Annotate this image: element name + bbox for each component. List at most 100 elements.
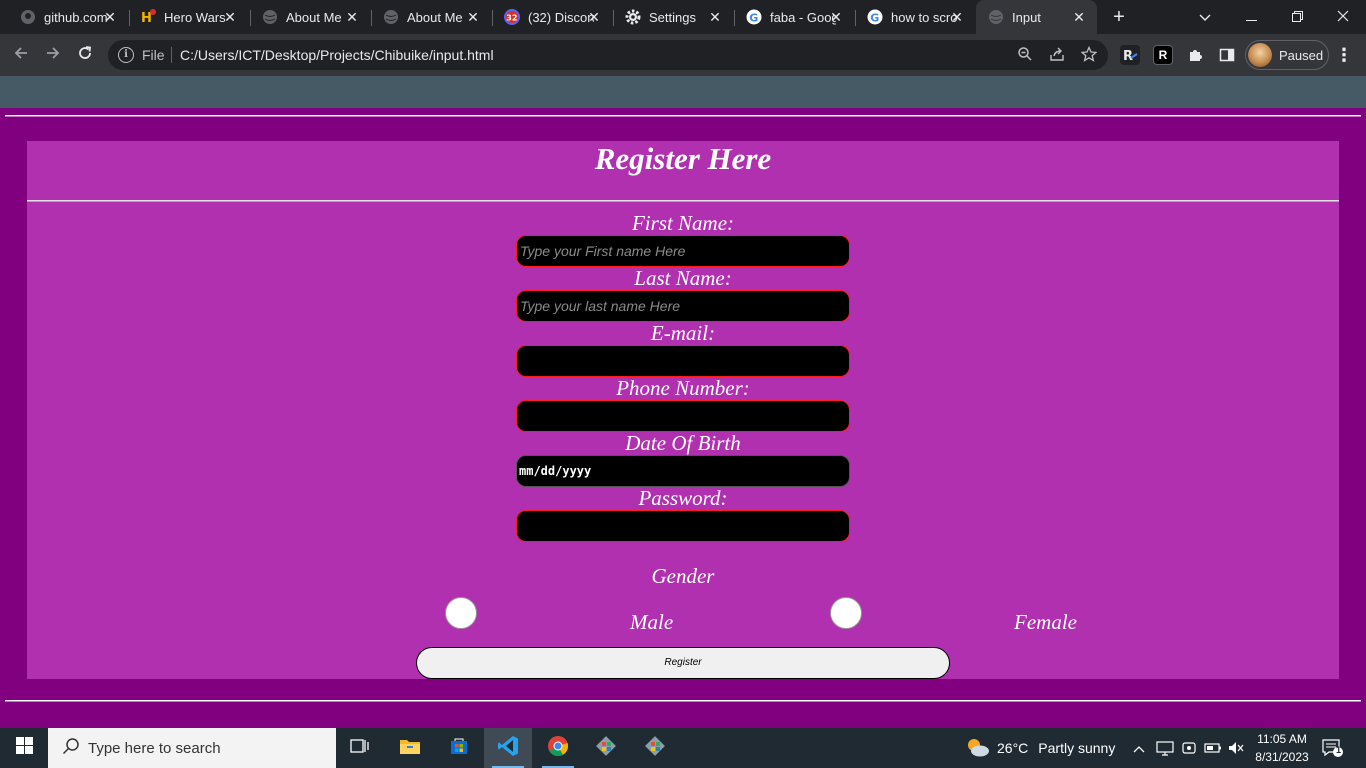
notifications-button[interactable]: 1 [1322,738,1344,758]
globe-icon [383,9,399,25]
profile-button[interactable]: Paused [1245,40,1329,70]
password-field[interactable] [516,510,850,542]
chrome-button[interactable] [534,728,582,768]
register-button[interactable]: Register [416,647,950,679]
tab-input-active[interactable]: Input ✕ [976,0,1097,34]
bookmarks-bar [0,76,1366,108]
more-menu-icon[interactable]: ⋮ [1334,44,1354,66]
close-icon[interactable]: ✕ [828,9,844,25]
partly-sunny-icon [965,736,991,761]
arrow-right-icon [45,45,61,66]
share-icon[interactable] [1048,46,1066,64]
email-field[interactable] [516,345,850,377]
close-icon[interactable]: ✕ [707,9,723,25]
url-text[interactable]: C:/Users/ICT/Desktop/Projects/Chibuike/i… [180,47,494,63]
tab-strip: github.com ✕ H Hero Wars ✕ About Me ✕ Ab… [0,0,1366,34]
tab-title: Hero Wars [164,9,226,25]
store-icon [449,736,469,761]
github-icon [20,9,36,25]
close-window-button[interactable] [1320,0,1366,34]
gender-label: Gender [651,564,715,588]
volume-muted-icon[interactable] [1228,728,1244,768]
close-icon[interactable]: ✕ [1071,9,1087,25]
extension-label: R [1158,48,1168,62]
browser-toolbar: i File C:/Users/ICT/Desktop/Projects/Chi… [0,34,1366,76]
male-radio[interactable] [445,597,477,629]
bookmark-star-icon[interactable] [1080,45,1098,64]
info-icon[interactable]: i [118,47,134,63]
phone-field[interactable] [516,400,850,432]
start-button[interactable] [0,728,48,768]
side-panel-icon[interactable] [1217,45,1237,65]
last-name-input[interactable] [516,290,850,322]
taskbar-clock[interactable]: 11:05 AM 8/31/2023 [1248,730,1316,766]
show-hidden-icons[interactable] [1133,728,1145,768]
battery-icon[interactable] [1204,728,1222,768]
svg-text:32: 32 [506,13,517,22]
close-icon[interactable]: ✕ [465,9,481,25]
tab-title: (32) Discord [528,9,594,25]
minimize-button[interactable] [1228,0,1274,34]
first-name-label: First Name: [631,211,735,235]
weather-desc: Partly sunny [1038,740,1116,756]
chrome-icon [547,735,569,762]
back-button[interactable] [8,42,34,68]
file-explorer-button[interactable] [386,728,434,768]
tab-title: About Me [286,9,342,25]
reload-button[interactable] [72,42,98,68]
folder-icon [399,737,421,760]
arrow-left-icon [13,45,29,66]
tab-about-me-2[interactable]: About Me ✕ [363,0,491,34]
extension-icon[interactable]: R [1153,45,1173,65]
tab-google-faba[interactable]: G faba - Google ✕ [726,0,854,34]
weather-widget[interactable]: 26°C Partly sunny [965,728,1115,768]
puzzle-icon[interactable] [1185,45,1205,65]
tab-hero-wars[interactable]: H Hero Wars ✕ [120,0,248,34]
male-label: Male [630,610,674,634]
close-icon[interactable]: ✕ [102,9,118,25]
female-label: Female [1014,610,1077,634]
new-tab-button[interactable]: + [1108,6,1130,28]
dob-label: Date Of Birth [625,431,741,455]
tab-about-me-1[interactable]: About Me ✕ [242,0,370,34]
close-icon[interactable]: ✕ [222,9,238,25]
tab-search-button[interactable] [1182,0,1228,34]
close-icon[interactable]: ✕ [949,9,965,25]
tab-title: Settings [649,9,696,25]
tab-github[interactable]: github.com ✕ [0,0,128,34]
minimize-icon [1245,9,1257,25]
close-icon [1337,9,1349,25]
zoom-icon[interactable] [1016,46,1034,64]
restore-button[interactable] [1274,0,1320,34]
tab-google-scroll[interactable]: G how to scroll ✕ [847,0,975,34]
search-placeholder: Type here to search [88,739,221,757]
tab-settings[interactable]: Settings ✕ [605,0,733,34]
extension-icon[interactable]: R [1120,45,1140,65]
address-bar[interactable]: i File C:/Users/ICT/Desktop/Projects/Chi… [108,40,1108,70]
network-icon[interactable] [1156,728,1174,768]
password-label: Password: [638,486,728,510]
scheme-label: File [142,47,165,63]
close-icon[interactable]: ✕ [586,9,602,25]
discord-icon: 32 [504,9,520,25]
tab-discord[interactable]: 32 (32) Discord ✕ [484,0,612,34]
female-radio[interactable] [830,597,862,629]
vscode-button[interactable] [484,728,532,768]
task-view-button[interactable] [336,728,384,768]
forward-button[interactable] [40,42,66,68]
close-icon[interactable]: ✕ [344,9,360,25]
dob-field[interactable]: mm/dd/yyyy [516,455,850,487]
hero-wars-icon: H [140,9,156,25]
windows-icon [15,737,33,759]
register-form: Register Here First Name: Last Name: E-m… [27,141,1339,679]
git-gui-button[interactable] [582,728,630,768]
weather-temp: 26°C [997,740,1029,756]
first-name-input[interactable] [516,235,850,267]
divider [27,200,1339,202]
taskbar-search[interactable]: Type here to search [48,728,336,768]
store-button[interactable] [435,728,483,768]
meet-now-icon[interactable] [1181,728,1197,768]
notification-count: 1 [1335,745,1341,755]
git-gui-button-2[interactable] [631,728,679,768]
tab-title: About Me [407,9,463,25]
